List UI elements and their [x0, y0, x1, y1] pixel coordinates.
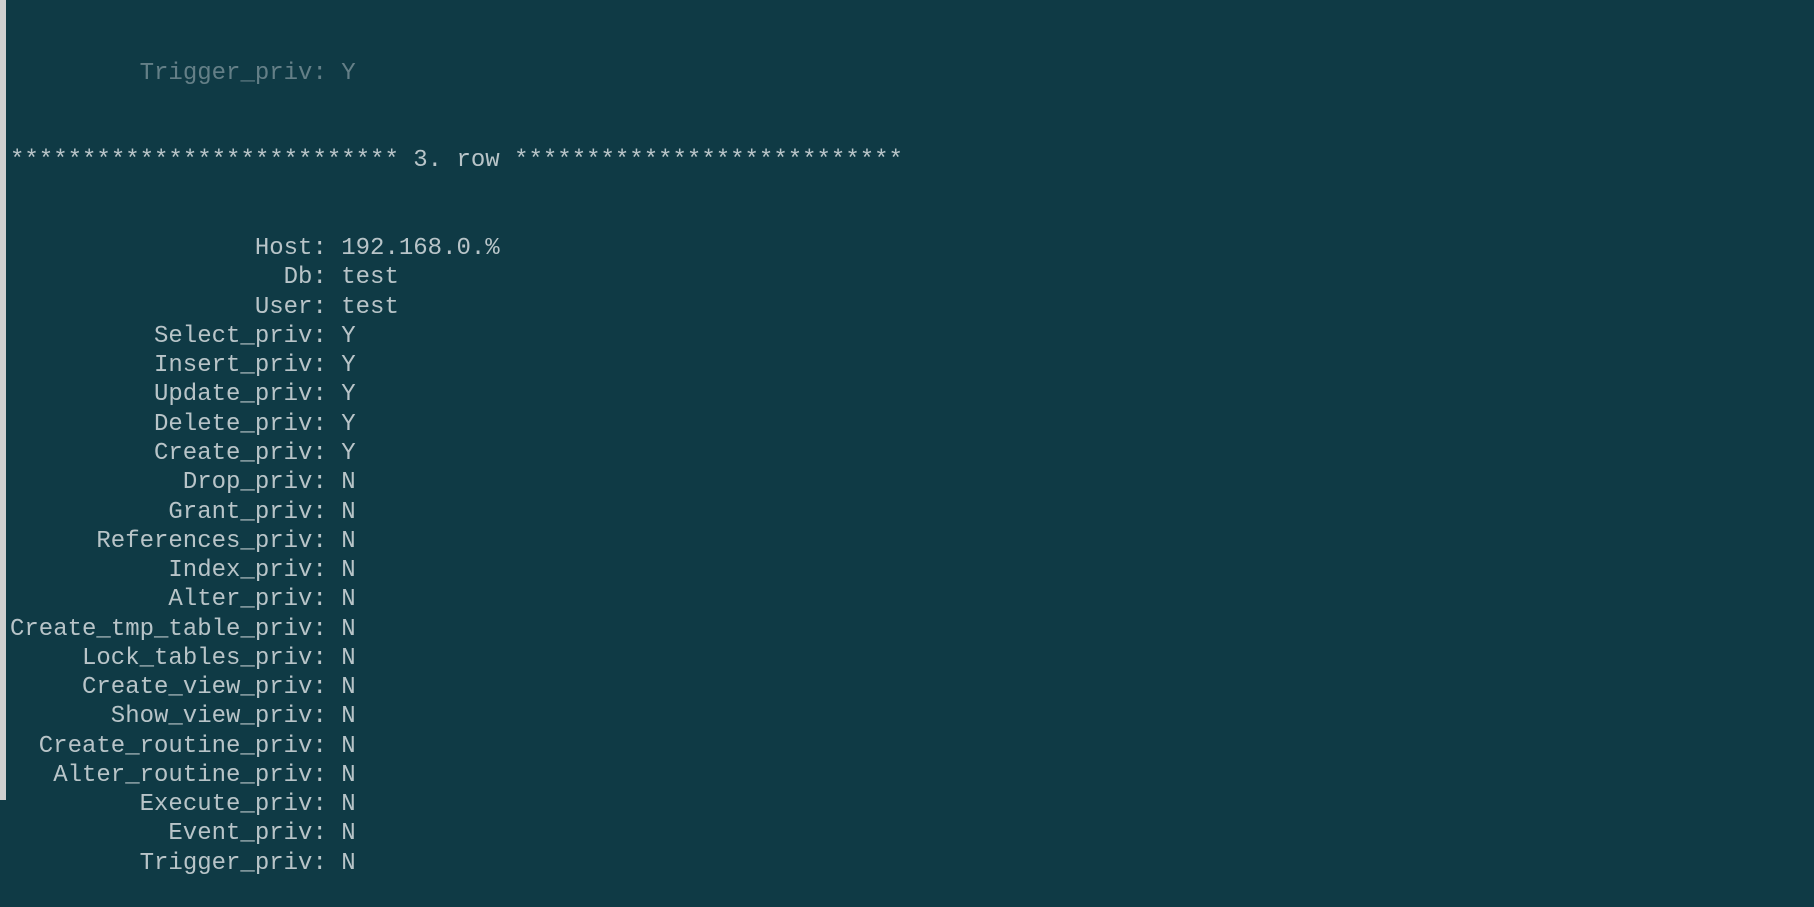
- field-value: N: [341, 673, 355, 702]
- field-row: Db: test: [10, 263, 1814, 292]
- field-value: N: [341, 644, 355, 673]
- field-value: test: [341, 293, 399, 322]
- field-row: Select_priv: Y: [10, 322, 1814, 351]
- field-label: Index_priv: [10, 556, 312, 585]
- field-label: Alter_routine_priv: [10, 761, 312, 790]
- field-label: Show_view_priv: [10, 702, 312, 731]
- field-row: Update_priv: Y: [10, 380, 1814, 409]
- field-row: Trigger_priv: N: [10, 849, 1814, 878]
- field-value: N: [341, 732, 355, 761]
- field-label: Grant_priv: [10, 498, 312, 527]
- field-value: Y: [341, 410, 355, 439]
- field-value: 192.168.0.%: [341, 234, 499, 263]
- field-value: N: [341, 819, 355, 848]
- terminal-output[interactable]: Trigger_priv: Y ************************…: [6, 0, 1814, 907]
- field-row: Show_view_priv: N: [10, 702, 1814, 731]
- field-value: Y: [341, 380, 355, 409]
- field-value: Y: [341, 322, 355, 351]
- field-value: N: [341, 498, 355, 527]
- field-label: Create_priv: [10, 439, 312, 468]
- field-label: Execute_priv: [10, 790, 312, 819]
- field-label: Delete_priv: [10, 410, 312, 439]
- field-label: Create_routine_priv: [10, 732, 312, 761]
- field-row: Create_tmp_table_priv: N: [10, 615, 1814, 644]
- field-value: N: [341, 761, 355, 790]
- field-row: Create_priv: Y: [10, 439, 1814, 468]
- field-row: Create_view_priv: N: [10, 673, 1814, 702]
- field-label: Event_priv: [10, 819, 312, 848]
- field-row: Alter_routine_priv: N: [10, 761, 1814, 790]
- field-label: User: [10, 293, 312, 322]
- field-label: Host: [10, 234, 312, 263]
- field-label: Insert_priv: [10, 351, 312, 380]
- field-row: Execute_priv: N: [10, 790, 1814, 819]
- field-label: Lock_tables_priv: [10, 644, 312, 673]
- field-row: References_priv: N: [10, 527, 1814, 556]
- row-separator: *************************** 3. row *****…: [10, 146, 1814, 175]
- field-rows: Host: 192.168.0.%Db: testUser: testSelec…: [10, 234, 1814, 878]
- field-label: Trigger_priv: [10, 849, 312, 878]
- field-label: Create_view_priv: [10, 673, 312, 702]
- field-value: N: [341, 468, 355, 497]
- field-row: Host: 192.168.0.%: [10, 234, 1814, 263]
- field-value: N: [341, 556, 355, 585]
- field-row: Grant_priv: N: [10, 498, 1814, 527]
- field-row: Alter_priv: N: [10, 585, 1814, 614]
- field-label: Update_priv: [10, 380, 312, 409]
- field-row: Index_priv: N: [10, 556, 1814, 585]
- field-row: User: test: [10, 293, 1814, 322]
- field-value: Y: [341, 439, 355, 468]
- field-label: Select_priv: [10, 322, 312, 351]
- field-label: Create_tmp_table_priv: [10, 615, 312, 644]
- field-value: N: [341, 585, 355, 614]
- field-value: N: [341, 702, 355, 731]
- field-label: Drop_priv: [10, 468, 312, 497]
- field-value: N: [341, 849, 355, 878]
- field-row: Drop_priv: N: [10, 468, 1814, 497]
- field-value: N: [341, 615, 355, 644]
- field-value: N: [341, 527, 355, 556]
- partial-previous-line: Trigger_priv: Y: [10, 59, 1814, 88]
- field-row: Insert_priv: Y: [10, 351, 1814, 380]
- field-value: test: [341, 263, 399, 292]
- field-row: Event_priv: N: [10, 819, 1814, 848]
- field-row: Lock_tables_priv: N: [10, 644, 1814, 673]
- field-row: Delete_priv: Y: [10, 410, 1814, 439]
- field-label: Alter_priv: [10, 585, 312, 614]
- field-label: Db: [10, 263, 312, 292]
- field-row: Create_routine_priv: N: [10, 732, 1814, 761]
- field-value: Y: [341, 351, 355, 380]
- field-value: N: [341, 790, 355, 819]
- field-label: References_priv: [10, 527, 312, 556]
